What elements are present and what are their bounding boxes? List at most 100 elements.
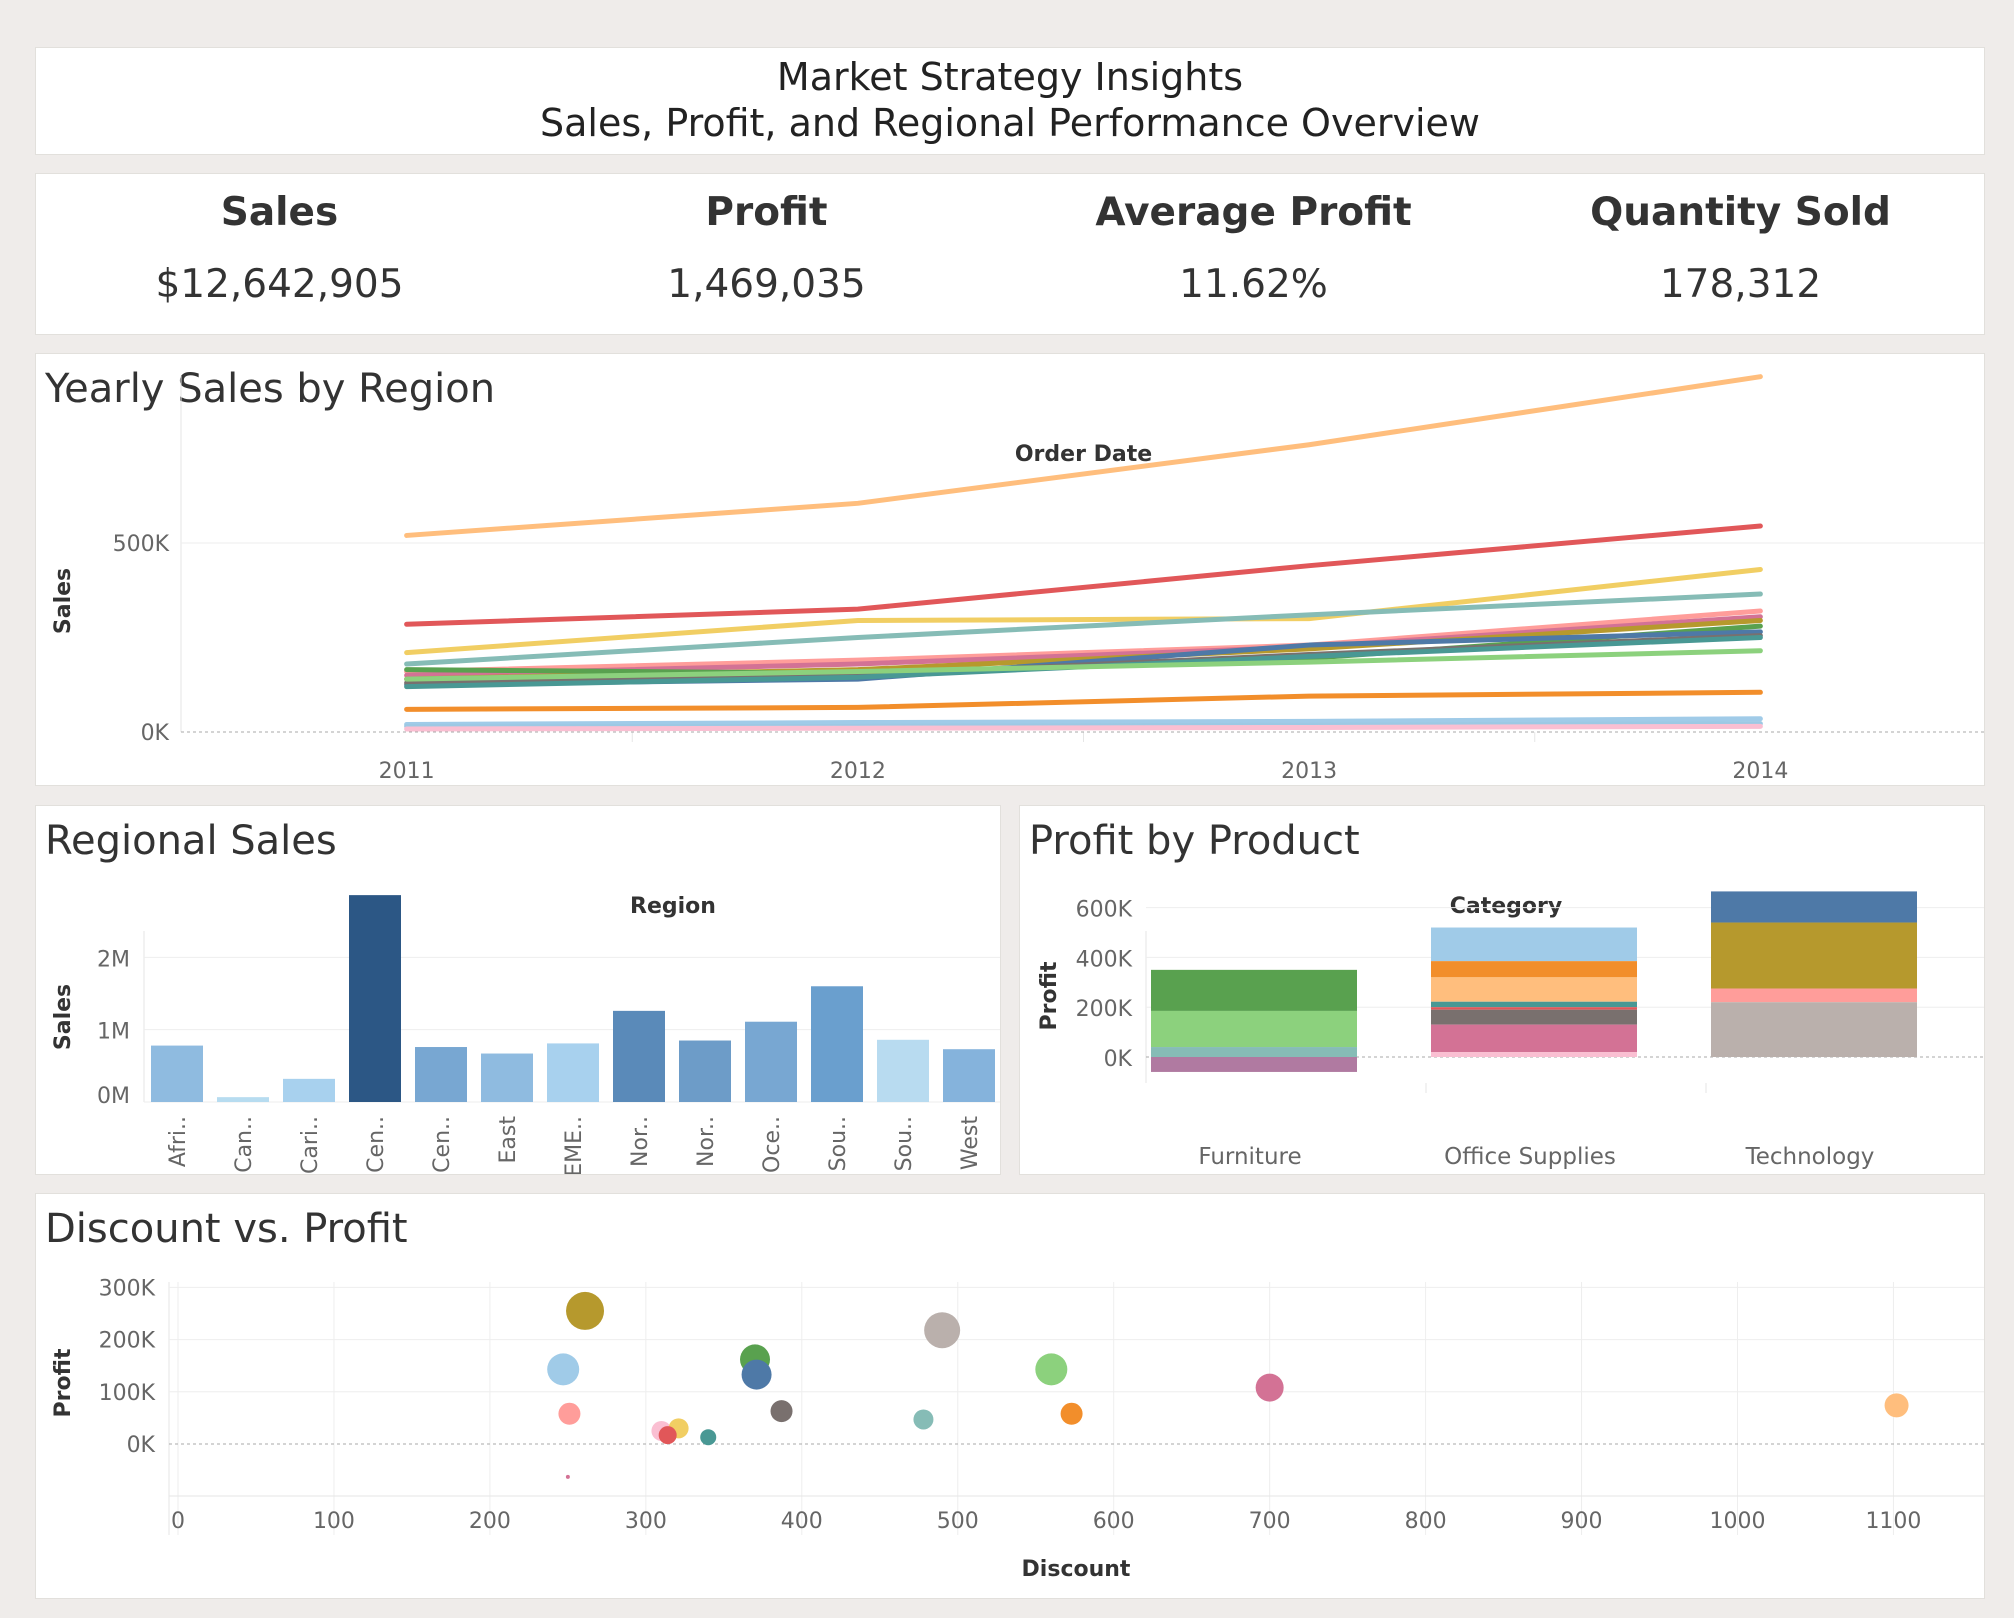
stack-segment (1431, 1007, 1637, 1010)
bar (151, 1045, 203, 1102)
y-tick-label: 0M (97, 1084, 130, 1109)
y-tick-label: 0K (127, 1433, 156, 1458)
x-tick-label: 2011 (379, 759, 435, 784)
stack-segment (1431, 1052, 1637, 1057)
y-tick-label: 300K (99, 1276, 156, 1301)
x-axis-title: Category (1450, 894, 1562, 919)
x-tick-label: 500 (937, 1509, 979, 1534)
scatter-point (913, 1409, 934, 1430)
x-tick-label: Nor.. (628, 1116, 653, 1167)
bar-chart[interactable]: Region Sales 2M 1M 0M Afri.. Can.. Cari.. Cen.. C… (36, 806, 1001, 1175)
x-tick-label: Afri.. (166, 1116, 191, 1167)
bar (415, 1047, 467, 1102)
scatter-point (547, 1353, 580, 1386)
kpi-label: Average Profit (1095, 190, 1412, 235)
stack-segment (1711, 1002, 1917, 1057)
x-tick-label: 900 (1561, 1509, 1603, 1534)
bar (481, 1053, 533, 1102)
kpi-profit[interactable]: Profit 1,469,035 (523, 174, 1010, 310)
kpi-panel: Sales $12,642,905 Profit 1,469,035 Avera… (35, 173, 1985, 335)
y-tick-label: 600K (1076, 898, 1133, 923)
regional-sales-panel: Regional Sales Region Sales 2M 1M 0M Afri.. Ca… (35, 805, 1001, 1175)
yearly-sales-panel: Yearly Sales by Region Order Date Sales 50… (35, 353, 1985, 786)
y-axis-title: Sales (51, 984, 76, 1050)
stack-segment (1431, 1001, 1637, 1008)
scatter-point (741, 1359, 772, 1390)
y-axis-title: Profit (51, 1348, 76, 1417)
series-line (404, 723, 1763, 732)
x-tick-label: Technology (1745, 1144, 1875, 1170)
scatter-point (566, 1291, 605, 1330)
kpi-label: Profit (705, 190, 828, 235)
stacked-bar-chart[interactable]: Category Profit 600K 400K 200K 0K Furniture Off… (1020, 806, 1985, 1175)
x-tick-label: 200 (469, 1509, 511, 1534)
kpi-value: 178,312 (1659, 262, 1822, 307)
x-tick-label: 1000 (1710, 1509, 1766, 1534)
x-axis-title: Discount (1022, 1557, 1131, 1582)
stack-segment (1151, 1057, 1357, 1072)
scatter-point (1255, 1373, 1284, 1402)
bar (811, 986, 863, 1102)
scatter-point (558, 1402, 581, 1425)
x-tick-label: 400 (781, 1509, 823, 1534)
stack-segment (1431, 1024, 1637, 1053)
dashboard-subtitle: Sales, Profit, and Regional Performance … (540, 101, 1480, 145)
kpi-sales[interactable]: Sales $12,642,905 (36, 174, 523, 310)
scatter-chart[interactable]: Discount Profit 0 100 200 300 400 500 600 700 800 9… (36, 1194, 1985, 1599)
stack-segment (1711, 922, 1917, 989)
kpi-value: 1,469,035 (667, 262, 866, 307)
x-axis-title: Order Date (1015, 442, 1152, 467)
bar (943, 1049, 995, 1102)
bar (547, 1043, 599, 1102)
x-tick-label: 600 (1093, 1509, 1135, 1534)
series-line (404, 689, 1763, 712)
x-tick-label: East (496, 1116, 521, 1164)
stack-segment (1151, 1010, 1357, 1048)
x-axis-title: Region (630, 894, 716, 919)
bar (217, 1097, 269, 1102)
scatter-point (1884, 1393, 1909, 1418)
x-tick-label: 300 (625, 1509, 667, 1534)
bar (877, 1039, 929, 1102)
bar (283, 1078, 335, 1102)
x-tick-label: Sou.. (826, 1116, 851, 1171)
kpi-average-profit[interactable]: Average Profit 11.62% (1010, 174, 1497, 310)
scatter-point (658, 1426, 677, 1445)
kpi-quantity-sold[interactable]: Quantity Sold 178,312 (1497, 174, 1984, 310)
stack-segment (1711, 891, 1917, 923)
kpi-value: 11.62% (1179, 262, 1328, 307)
series-line (404, 523, 1763, 627)
x-tick-label: 800 (1405, 1509, 1447, 1534)
scatter-point (700, 1429, 717, 1446)
stack-segment (1711, 988, 1917, 1003)
discount-vs-profit-panel: Discount vs. Profit Discount Profit 0 100 20… (35, 1193, 1985, 1599)
bar (745, 1021, 797, 1102)
stack-segment (1431, 961, 1637, 978)
bar (349, 895, 401, 1102)
stack-segment (1431, 927, 1637, 962)
kpi-label: Sales (220, 190, 339, 235)
x-tick-label: 2014 (1732, 759, 1788, 784)
line-chart[interactable]: Order Date Sales 500K 0K 2011 2012 2013 2014 (36, 354, 1985, 786)
kpi-value: $12,642,905 (155, 262, 404, 307)
stack-segment (1151, 1047, 1357, 1057)
y-tick-label: 200K (1076, 997, 1133, 1022)
y-axis-title: Sales (51, 568, 76, 634)
stack-segment (1151, 969, 1357, 1011)
x-tick-label: Office Supplies (1444, 1144, 1616, 1170)
y-tick-label: 1M (97, 1020, 130, 1045)
x-tick-label: Cen.. (364, 1116, 389, 1173)
x-tick-label: 0 (171, 1509, 185, 1534)
x-tick-label: Sou.. (892, 1116, 917, 1171)
y-tick-label: 500K (113, 532, 170, 557)
x-tick-label: 100 (313, 1509, 355, 1534)
kpi-label: Quantity Sold (1590, 190, 1891, 235)
dashboard-title: Market Strategy Insights (776, 55, 1244, 99)
x-tick-label: 1100 (1865, 1509, 1921, 1534)
x-tick-label: Furniture (1198, 1144, 1301, 1170)
x-tick-label: EME.. (562, 1116, 587, 1175)
scatter-point (1060, 1402, 1083, 1425)
scatter-point (565, 1474, 570, 1479)
x-tick-label: 2012 (830, 759, 886, 784)
scatter-point (924, 1312, 961, 1349)
